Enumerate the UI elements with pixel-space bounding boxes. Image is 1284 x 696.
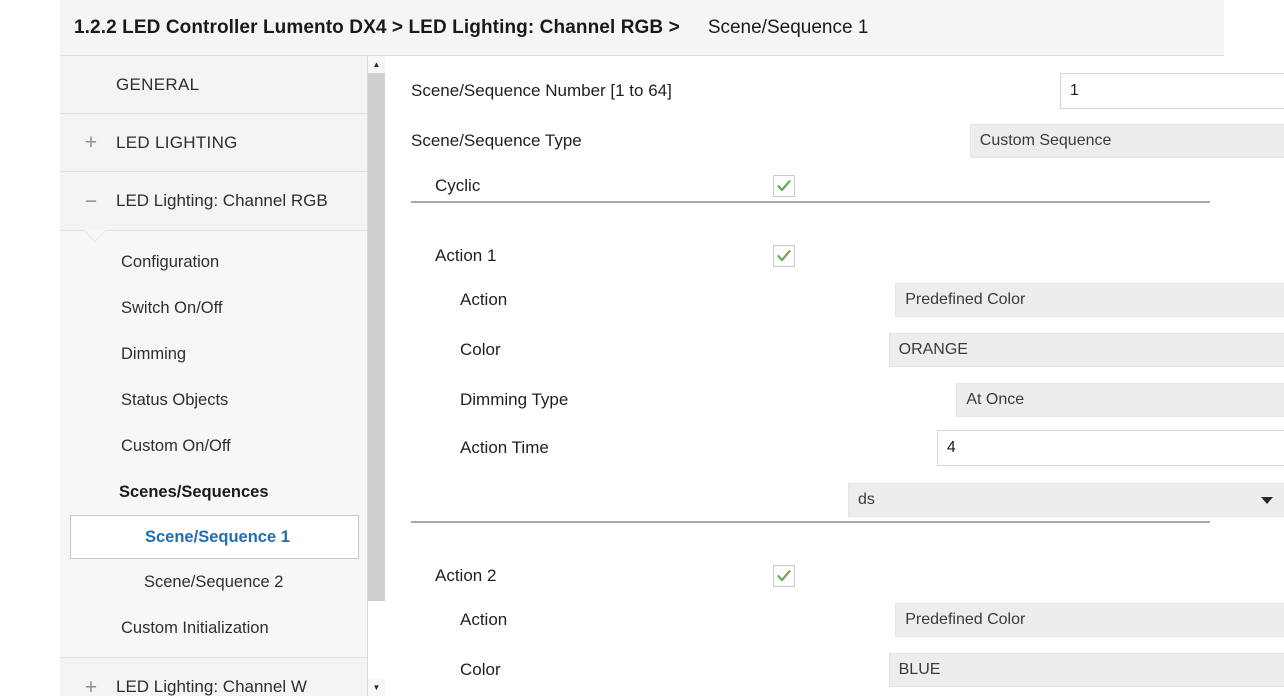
field-value: 1	[1070, 82, 1079, 100]
action-1-dimming-type-select[interactable]: At Once	[956, 383, 1284, 417]
sidebar-item-label: LED Lighting: Channel RGB	[108, 191, 328, 211]
field-label: Color	[460, 660, 501, 680]
field-label: Color	[460, 340, 501, 360]
check-icon[interactable]	[773, 175, 795, 197]
field-value: Predefined Color	[905, 611, 1025, 629]
field-label: Dimming Type	[460, 390, 568, 410]
sidebar-item-label: GENERAL	[108, 75, 199, 95]
cyclic-checkbox[interactable]	[773, 175, 795, 197]
section-divider	[411, 521, 1210, 523]
settings-panel: Scene/Sequence Number [1 to 64] 1 Scene/…	[385, 56, 1284, 696]
field-label: Action	[460, 610, 507, 630]
action-2-action-select[interactable]: Predefined Color	[895, 603, 1284, 637]
action-1-color-select[interactable]: ORANGE	[889, 333, 1284, 367]
breadcrumb: 1.2.2 LED Controller Lumento DX4 > LED L…	[60, 17, 868, 39]
breadcrumb-current: Scene/Sequence 1	[708, 17, 869, 39]
field-row-cyclic: Cyclic	[385, 161, 1284, 211]
field-value: ds	[858, 491, 875, 509]
sidebar-item-label: Scene/Sequence 1	[145, 528, 290, 547]
field-row-action-1-color: Color ORANGE	[385, 325, 1284, 375]
sidebar-item-label: LED LIGHTING	[108, 133, 238, 153]
sidebar-item-label: LED Lighting: Channel W	[108, 677, 307, 696]
sidebar-item-configuration[interactable]: Configuration	[60, 239, 367, 285]
chevron-down-icon[interactable]	[1261, 497, 1273, 504]
sidebar-item-label: Custom Initialization	[121, 619, 269, 638]
sidebar-item-label: Configuration	[121, 253, 219, 272]
field-value: Predefined Color	[905, 291, 1025, 309]
field-label: Action	[460, 290, 507, 310]
scroll-down-icon[interactable]: ▼	[368, 679, 385, 696]
sidebar-item-label: Switch On/Off	[121, 299, 222, 318]
field-value: ORANGE	[899, 341, 968, 359]
sidebar-item-label: Custom On/Off	[121, 437, 231, 456]
field-label: Action Time	[460, 438, 549, 458]
field-value: At Once	[966, 391, 1024, 409]
navigation-sidebar: GENERAL + LED LIGHTING − LED Lighting: C…	[60, 56, 368, 696]
field-label: Scene/Sequence Number [1 to 64]	[411, 81, 672, 101]
sidebar-item-label: Status Objects	[121, 391, 228, 410]
action-1-action-select[interactable]: Predefined Color	[895, 283, 1284, 317]
field-value: 4	[947, 439, 956, 457]
field-row-action-1-action-time-unit: ds	[385, 475, 1284, 525]
plus-icon[interactable]: +	[74, 677, 108, 696]
field-row-action-1-action: Action Predefined Color	[385, 275, 1284, 325]
field-row-scene-sequence-type: Scene/Sequence Type Custom Sequence	[385, 116, 1284, 166]
minus-icon[interactable]: −	[74, 191, 108, 212]
sidebar-item-scenes-sequences[interactable]: Scenes/Sequences	[60, 469, 367, 515]
sidebar-item-switch-on-off[interactable]: Switch On/Off	[60, 285, 367, 331]
field-label: Action 1	[435, 246, 496, 266]
check-icon[interactable]	[773, 565, 795, 587]
sidebar-item-scene-sequence-1[interactable]: Scene/Sequence 1	[70, 515, 359, 559]
plus-icon[interactable]: +	[74, 132, 108, 153]
field-value: BLUE	[899, 661, 941, 679]
field-row-action-2-color: Color BLUE	[385, 645, 1284, 695]
sidebar-item-led-lighting-channel-w[interactable]: + LED Lighting: Channel W	[60, 658, 367, 696]
sidebar-item-dimming[interactable]: Dimming	[60, 331, 367, 377]
action-2-color-select[interactable]: BLUE	[889, 653, 1284, 687]
sidebar-item-custom-initialization[interactable]: Custom Initialization	[60, 605, 367, 651]
sidebar-item-status-objects[interactable]: Status Objects	[60, 377, 367, 423]
check-icon[interactable]	[773, 245, 795, 267]
sidebar-item-general[interactable]: GENERAL	[60, 56, 367, 114]
action-1-action-time-input[interactable]: 4	[937, 430, 1284, 466]
sidebar-item-label: Scene/Sequence 2	[144, 573, 283, 592]
field-value: Custom Sequence	[980, 132, 1112, 150]
field-label: Cyclic	[435, 176, 480, 196]
sidebar-item-scene-sequence-2[interactable]: Scene/Sequence 2	[60, 559, 367, 605]
section-divider	[411, 201, 1210, 203]
action-1-checkbox[interactable]	[773, 245, 795, 267]
breadcrumb-header: 1.2.2 LED Controller Lumento DX4 > LED L…	[60, 0, 1224, 56]
field-row-action-1-action-time: Action Time 4	[385, 423, 1284, 473]
sidebar-scrollbar[interactable]: ▲ ▼	[368, 56, 385, 696]
sidebar-item-custom-on-off[interactable]: Custom On/Off	[60, 423, 367, 469]
field-row-action-2-action: Action Predefined Color	[385, 595, 1284, 645]
field-row-action-1: Action 1	[385, 231, 1284, 281]
scroll-up-icon[interactable]: ▲	[368, 56, 385, 73]
sidebar-item-led-lighting[interactable]: + LED LIGHTING	[60, 114, 367, 172]
sidebar-item-label: Dimming	[121, 345, 186, 364]
action-1-action-time-unit-select[interactable]: ds	[848, 483, 1284, 517]
scene-sequence-number-input[interactable]: 1	[1060, 73, 1284, 109]
field-label: Action 2	[435, 566, 496, 586]
sidebar-children-group: Configuration Switch On/Off Dimming Stat…	[60, 230, 367, 658]
breadcrumb-path[interactable]: 1.2.2 LED Controller Lumento DX4 > LED L…	[74, 17, 680, 39]
action-2-checkbox[interactable]	[773, 565, 795, 587]
field-row-action-2: Action 2	[385, 551, 1284, 601]
scene-sequence-type-select[interactable]: Custom Sequence	[970, 124, 1284, 158]
field-row-scene-sequence-number: Scene/Sequence Number [1 to 64] 1	[385, 66, 1284, 116]
scrollbar-thumb[interactable]	[368, 73, 385, 601]
app-window: 1.2.2 LED Controller Lumento DX4 > LED L…	[0, 0, 1284, 696]
field-row-action-1-dimming-type: Dimming Type At Once	[385, 375, 1284, 425]
sidebar-item-led-lighting-channel-rgb[interactable]: − LED Lighting: Channel RGB	[60, 172, 367, 230]
sidebar-item-label: Scenes/Sequences	[119, 483, 269, 502]
field-label: Scene/Sequence Type	[411, 131, 582, 151]
